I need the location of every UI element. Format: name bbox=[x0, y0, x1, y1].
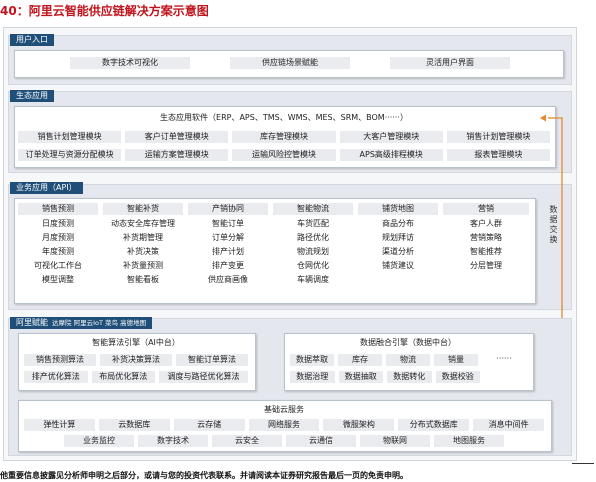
algorithm-item: 排产优化算法 bbox=[24, 371, 88, 383]
cloud-item: 云通信 bbox=[286, 435, 356, 447]
algorithm-item: 布局优化算法 bbox=[91, 371, 156, 383]
footer-rule bbox=[572, 463, 594, 464]
algorithm-row-1: 销售预测算法 补货决策算法 智能订单算法 bbox=[24, 354, 248, 366]
cloud-item: 物联网 bbox=[360, 435, 430, 447]
cloud-item: 云存储 bbox=[173, 419, 245, 431]
cloud-item: 云数据库 bbox=[98, 419, 170, 431]
cloud-item: 微服架构 bbox=[323, 419, 395, 431]
cloud-item: 弹性计算 bbox=[24, 419, 95, 431]
data-engine-header: 数据融合引擎（数据中台） bbox=[360, 338, 456, 347]
cloud-header: 基础云服务 bbox=[264, 405, 304, 414]
footer-disclaimer: 他重要信息披露见分析师申明之后部分，或请与您的投资代表联系。并请阅读本证券研究报… bbox=[0, 471, 408, 480]
cloud-item: 云安全 bbox=[212, 435, 282, 447]
data-engine-item: 数据校验 bbox=[435, 371, 480, 383]
data-engine-item: 数据转化 bbox=[387, 371, 432, 383]
cloud-item: 数字技术 bbox=[138, 435, 208, 447]
algorithm-item: 智能订单算法 bbox=[176, 354, 248, 366]
data-engine-item: 数据治理 bbox=[290, 371, 335, 383]
cloud-item: 网络服务 bbox=[248, 419, 320, 431]
data-engine-item: 物流 bbox=[386, 354, 430, 366]
cloud-row-2: 业务监控 数字技术 云安全 云通信 物联网 地图服务 bbox=[64, 435, 504, 447]
algorithm-item: 补货决策算法 bbox=[100, 354, 172, 366]
empower-tag: 阿里赋能 达摩院 阿里云IoT 菜鸟 高德地图 bbox=[10, 317, 153, 329]
cloud-item: 消息中间件 bbox=[473, 419, 545, 431]
empower-label: 阿里赋能 bbox=[16, 318, 48, 327]
data-engine-row-1: 数据萃取 库存 物流 销量 ······ bbox=[290, 354, 526, 366]
cloud-row-1: 弹性计算 云数据库 云存储 网络服务 微服架构 分布式数据库 消息中间件 bbox=[24, 419, 545, 431]
data-engine-more: ······ bbox=[496, 354, 512, 363]
cloud-item: 地图服务 bbox=[434, 435, 504, 447]
cloud-item: 业务监控 bbox=[64, 435, 134, 447]
empower-sub: 达摩院 阿里云IoT 菜鸟 高德地图 bbox=[52, 319, 147, 327]
algorithm-item: 调度与路径优化算法 bbox=[159, 371, 248, 383]
data-engine-item: 数据萃取 bbox=[290, 354, 334, 366]
cloud-item: 分布式数据库 bbox=[398, 419, 470, 431]
algorithm-item: 销售预测算法 bbox=[24, 354, 96, 366]
data-engine-item: 数据抽取 bbox=[338, 371, 383, 383]
data-engine-item: 销量 bbox=[434, 354, 478, 366]
algorithm-row-2: 排产优化算法 布局优化算法 调度与路径优化算法 bbox=[24, 371, 248, 383]
data-engine-row-2: 数据治理 数据抽取 数据转化 数据校验 bbox=[290, 371, 480, 383]
algorithm-header: 智能算法引擎（AI中台） bbox=[92, 338, 180, 347]
data-engine-item: 库存 bbox=[338, 354, 382, 366]
